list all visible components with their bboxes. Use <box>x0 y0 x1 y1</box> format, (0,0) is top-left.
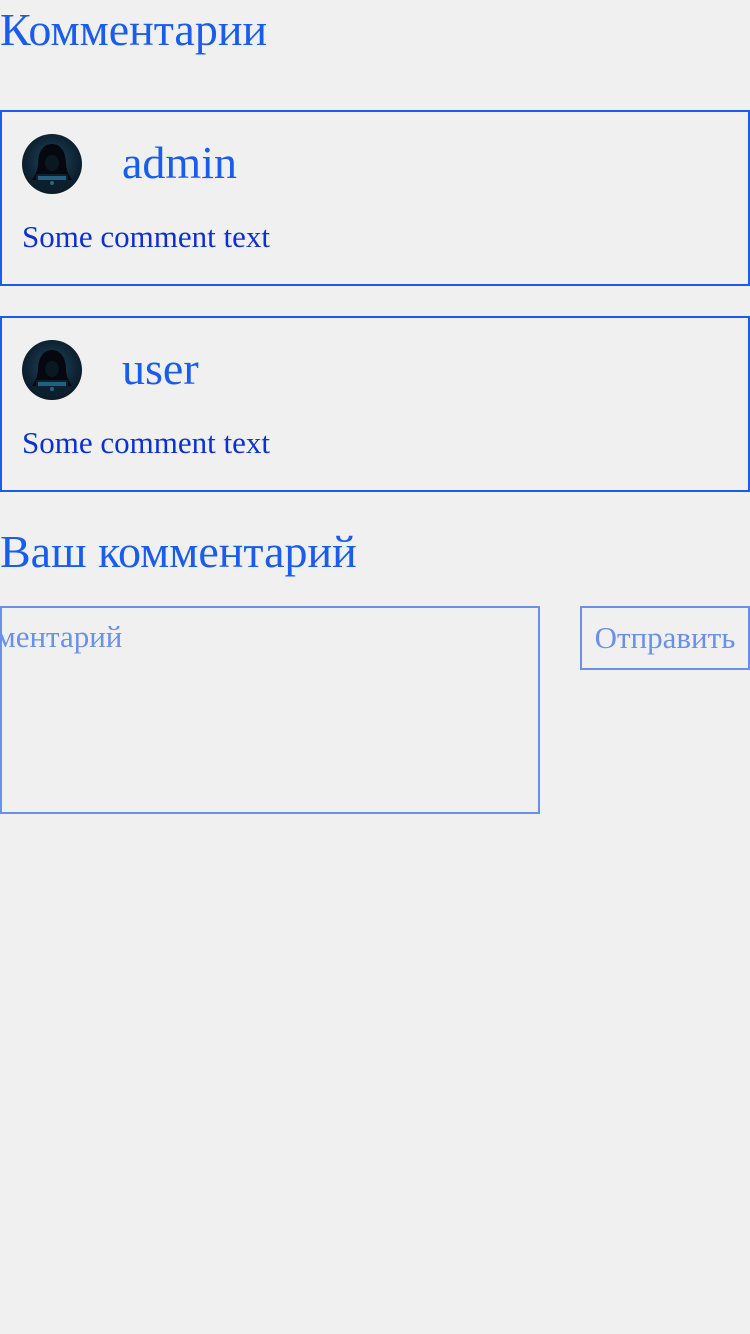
comment-card: user Some comment text <box>0 316 750 492</box>
comment-input[interactable] <box>0 606 540 814</box>
comment-text: Some comment text <box>22 425 270 460</box>
comment-text: Some comment text <box>22 219 270 254</box>
comment-author: user <box>122 343 199 394</box>
comment-form-title: Ваш комментарий <box>0 526 357 577</box>
avatar <box>22 134 82 194</box>
avatar <box>22 340 82 400</box>
comment-card: admin Some comment text <box>0 110 750 286</box>
hooded-figure-avatar-icon <box>32 350 72 396</box>
submit-button[interactable]: Отправить <box>580 606 750 670</box>
comment-author: admin <box>122 137 237 188</box>
hooded-figure-avatar-icon <box>32 144 72 190</box>
comments-title: Комментарии <box>0 4 268 55</box>
